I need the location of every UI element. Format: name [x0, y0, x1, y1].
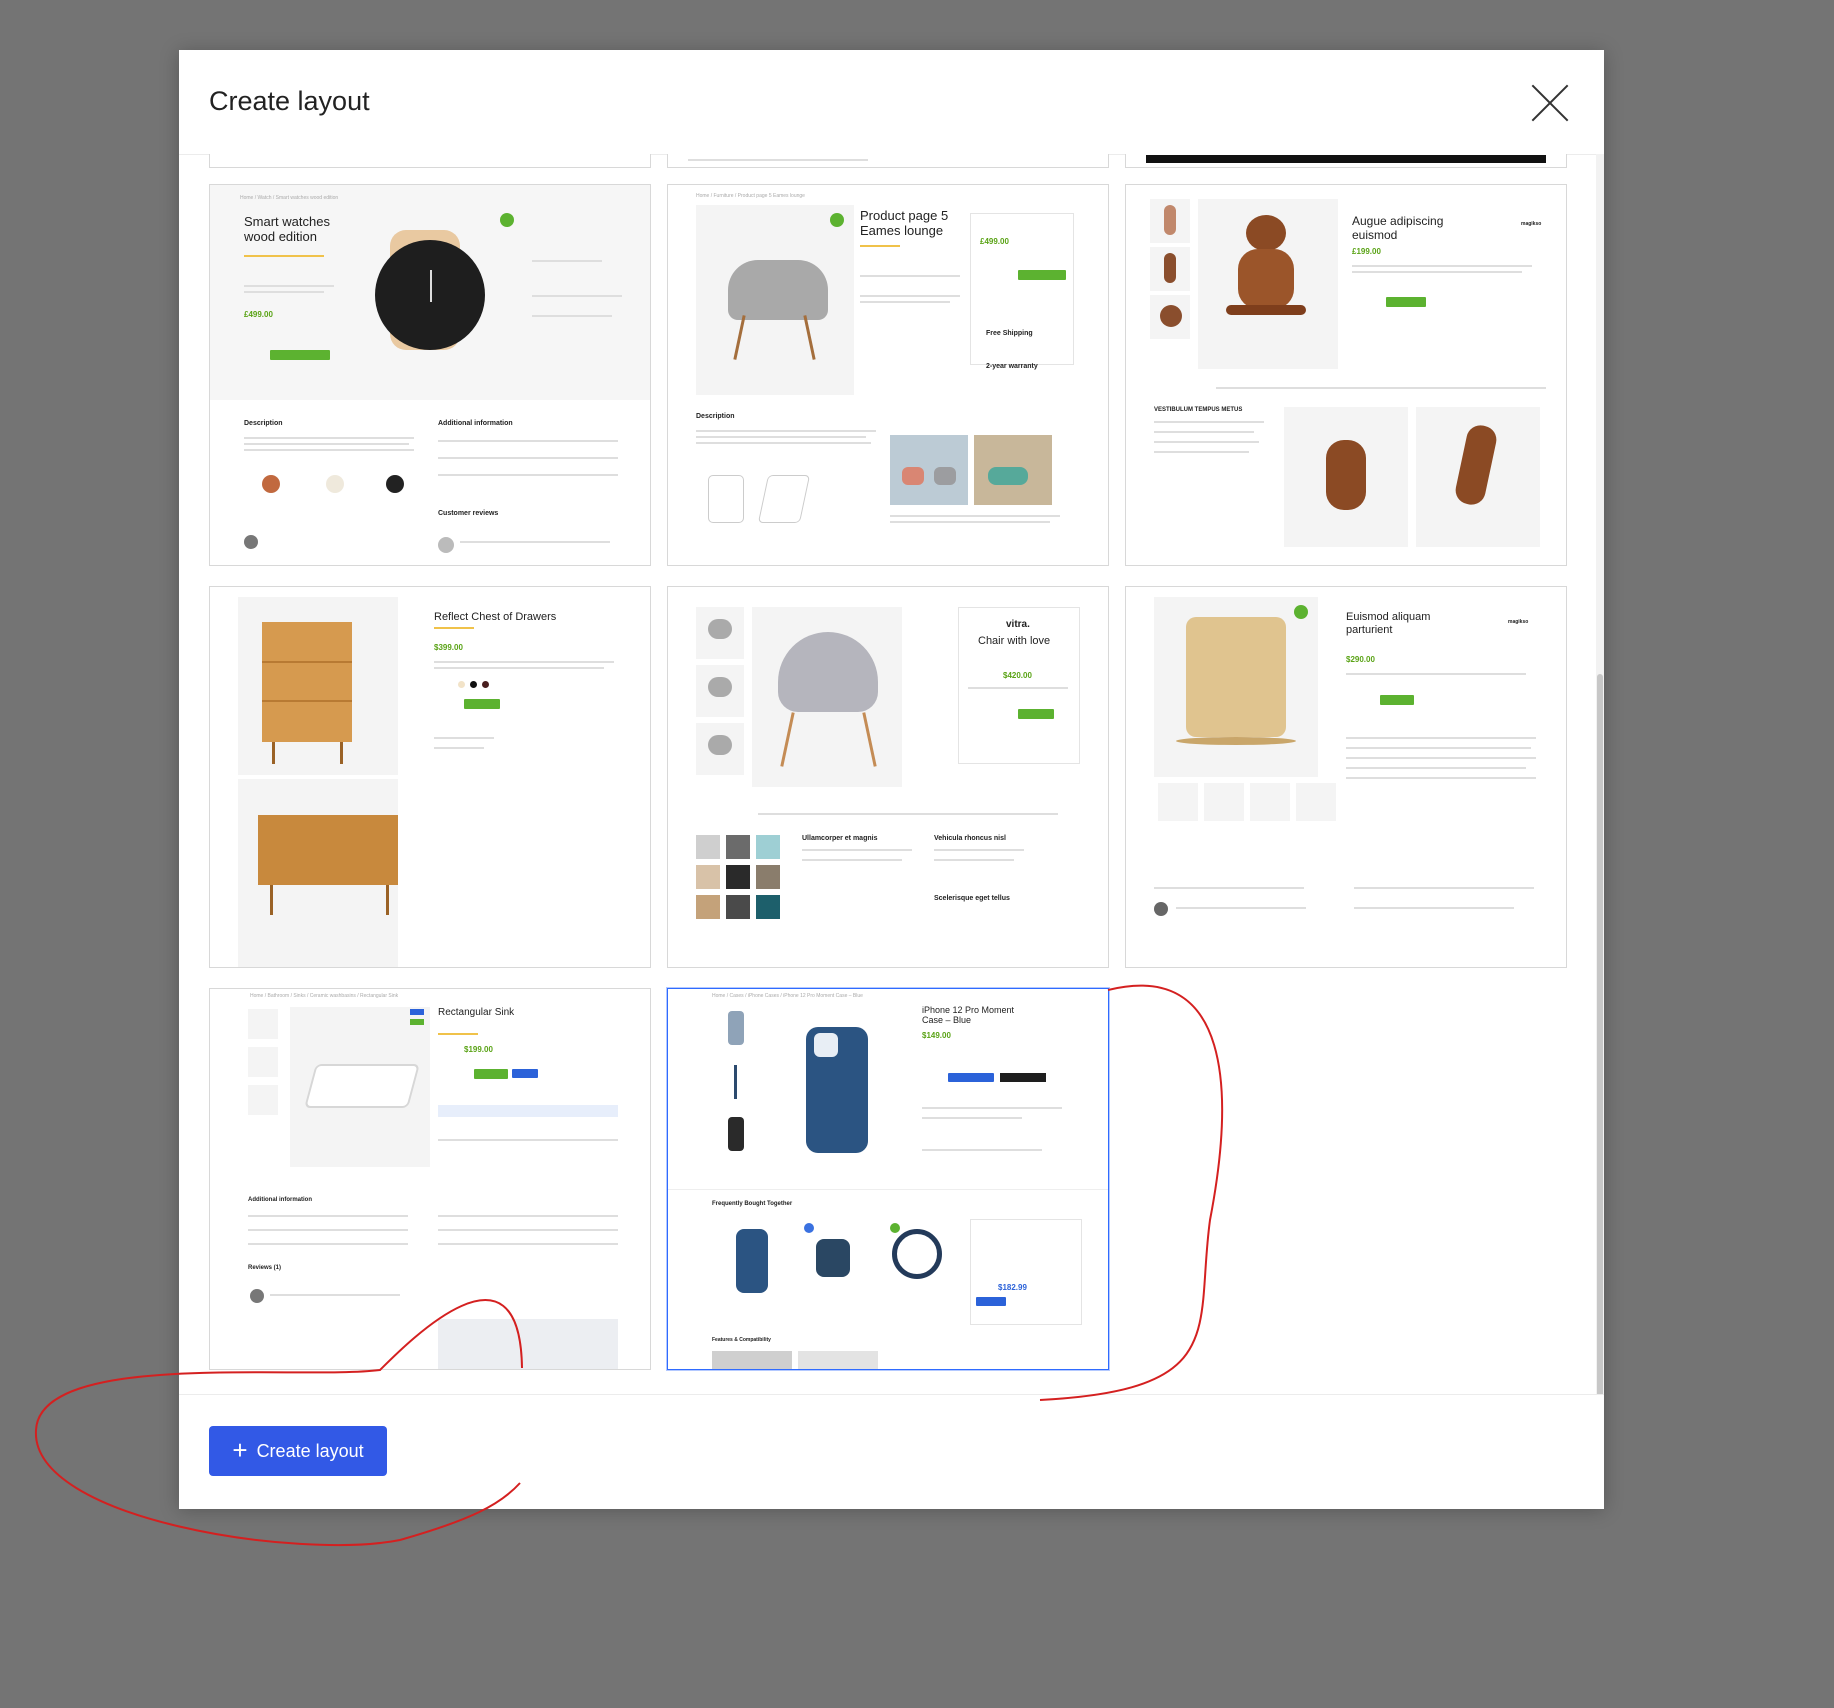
section-heading: Description: [696, 413, 735, 420]
bundle-total: $182.99: [998, 1283, 1027, 1292]
layout-price: £499.00: [244, 310, 273, 319]
section-heading: Frequently Bought Together: [712, 1201, 793, 1207]
layout-card-smart-watches[interactable]: Home / Watch / Smart watches wood editio…: [209, 184, 651, 566]
layout-card-reflect-chest[interactable]: Reflect Chest of Drawers $399.00: [209, 586, 651, 968]
layout-card-eames-lounge[interactable]: Home / Furniture / Product page 5 Eames …: [667, 184, 1109, 566]
layout-price: $149.00: [922, 1031, 951, 1040]
scroll-thumb[interactable]: [1597, 674, 1603, 1434]
section-heading: Vehicula rhoncus nisl: [934, 835, 1006, 842]
dialog-footer: + Create layout: [179, 1394, 1604, 1509]
section-heading: Description: [244, 420, 283, 427]
layout-price: £499.00: [980, 237, 1009, 246]
layout-title: Product page 5 Eames lounge: [860, 208, 949, 238]
section-heading: Additional information: [438, 420, 513, 427]
section-heading: Ullamcorper et magnis: [802, 835, 878, 842]
layout-price: $199.00: [464, 1045, 493, 1054]
section-heading: Additional information: [248, 1197, 312, 1203]
dialog-scrollbar[interactable]: [1596, 154, 1604, 1444]
section-heading: Free Shipping: [986, 330, 1033, 337]
brand-logo: vitra.: [1006, 619, 1030, 630]
brand-logo: magikso: [1521, 221, 1542, 227]
layout-card-chair-with-love[interactable]: vitra. Chair with love $420.00 Ullamcorp…: [667, 586, 1109, 968]
layout-card-rectangular-sink[interactable]: Home / Bathroom / Sinks / Ceramic washba…: [209, 988, 651, 1370]
layout-title: Rectangular Sink: [438, 1007, 515, 1018]
layout-price: $290.00: [1346, 655, 1375, 664]
section-heading: VESTIBULUM TEMPUS METUS: [1154, 407, 1243, 413]
layout-title: Reflect Chest of Drawers: [434, 611, 557, 623]
layout-card-partial[interactable]: [1125, 154, 1567, 168]
dialog-title: Create layout: [209, 86, 370, 116]
brand-logo: magikso: [1508, 619, 1529, 625]
section-heading: Customer reviews: [438, 510, 499, 517]
layout-card-augue-adipiscing[interactable]: Augue adipiscing euismod magikso £199.00…: [1125, 184, 1567, 566]
section-heading: 2-year warranty: [986, 363, 1038, 370]
layout-title: Euismod aliquam parturient: [1346, 611, 1431, 636]
layout-card-iphone-case[interactable]: Home / Cases / iPhone Cases / iPhone 12 …: [667, 988, 1109, 1370]
create-layout-label: Create layout: [256, 1440, 364, 1461]
section-heading: Features & Compatibility: [712, 1337, 771, 1343]
layout-title: Augue adipiscing euismod: [1352, 214, 1444, 242]
layout-card-partial[interactable]: [209, 154, 651, 168]
layout-title: Smart watches wood edition: [244, 214, 330, 244]
layout-price: $420.00: [1003, 671, 1032, 680]
layout-card-euismod-aliquam[interactable]: Euismod aliquam parturient magikso $290.…: [1125, 586, 1567, 968]
layout-price: $399.00: [434, 643, 463, 652]
section-heading: Scelerisque eget tellus: [934, 895, 1010, 902]
layout-card-partial[interactable]: [667, 154, 1109, 168]
create-layout-dialog: Create layout Home / Watch / Smart watch…: [179, 50, 1604, 1509]
close-icon[interactable]: [1529, 82, 1571, 124]
layout-grid: Home / Watch / Smart watches wood editio…: [179, 154, 1604, 1444]
layout-price: £199.00: [1352, 247, 1381, 256]
section-heading: Reviews (1): [248, 1265, 282, 1271]
layout-title: iPhone 12 Pro Moment Case – Blue: [922, 1005, 1015, 1026]
plus-icon: +: [232, 1434, 248, 1465]
create-layout-button[interactable]: + Create layout: [209, 1426, 387, 1476]
layout-title: Chair with love: [978, 635, 1051, 647]
dialog-header: Create layout: [179, 50, 1604, 155]
